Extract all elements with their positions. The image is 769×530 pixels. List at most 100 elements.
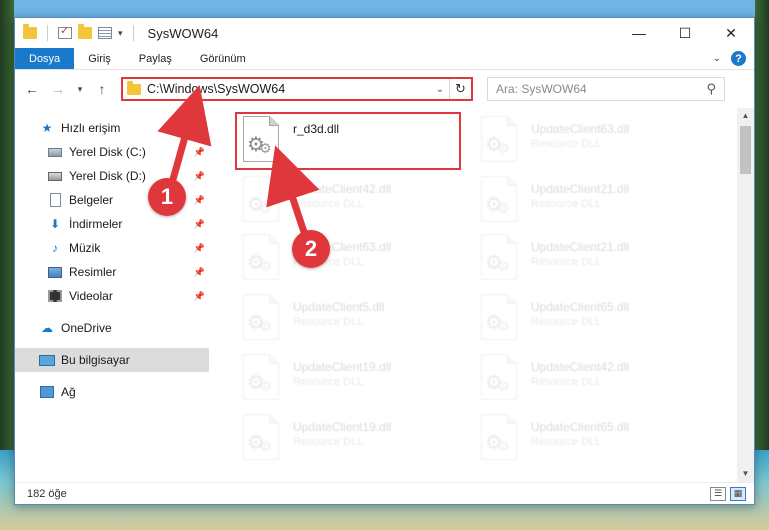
sidebar-item-videos[interactable]: Videolar 📌 [15,284,209,308]
sidebar-item-label: Bu bilgisayar [61,353,130,367]
address-folder-icon [127,80,141,95]
file-name: UpdateClient65.dll [531,300,630,314]
step-badge-1: 1 [148,178,186,216]
help-icon[interactable]: ? [731,51,746,66]
customize-toolbar-icon[interactable]: ▾ [118,28,123,39]
dll-file-icon: ⚙ ⚙ [475,174,523,226]
refresh-icon[interactable]: ↻ [449,79,471,99]
sidebar-item-local-disk-c[interactable]: Yerel Disk (C:) 📌 [15,140,209,164]
dll-file-icon: ⚙ ⚙ [237,292,285,344]
scroll-down-icon[interactable]: ▼ [737,466,754,482]
tab-home[interactable]: Giriş [74,48,125,69]
sidebar-item-onedrive[interactable]: ☁ OneDrive [15,316,209,340]
dll-file-icon: ⚙ ⚙ [237,174,285,226]
sidebar-item-label: Hızlı erişim [61,121,121,135]
file-type: Resource DLL [531,376,602,388]
ribbon-help-area: ⌄ ? [713,48,754,69]
address-path[interactable]: C:\Windows\SysWOW64 [147,82,285,96]
scroll-thumb[interactable] [740,126,751,174]
details-view-icon[interactable]: ☰ [710,486,726,501]
step-badge-2: 2 [292,230,330,268]
sidebar-item-label: Belgeler [69,193,114,207]
folder-icon [23,24,37,39]
file-type: Resource DLL [293,436,364,448]
documents-icon [47,193,63,207]
pin-icon: 📌 [193,218,205,229]
minimize-button[interactable]: — [616,18,662,48]
rename-icon[interactable] [98,27,112,39]
file-item[interactable]: ⚙ ⚙ UpdateClient5.dll Resource DLL [237,292,463,350]
status-bar: 182 öğe ☰ ▦ [15,482,754,504]
pictures-icon [47,265,63,279]
file-name: UpdateClient19.dll [293,360,392,374]
pin-icon: 📌 [193,290,205,301]
file-type: Resource DLL [531,198,602,210]
close-button[interactable]: ✕ [708,18,754,48]
toolbar-divider [47,25,48,41]
maximize-button[interactable]: ☐ [662,18,708,48]
toolbar-divider [132,25,134,41]
file-item[interactable]: ⚙ ⚙ UpdateClient19.dll Resource DLL [237,412,463,470]
sidebar-item-label: İndirmeler [69,217,123,231]
tab-share[interactable]: Paylaş [125,48,186,69]
sidebar-item-downloads[interactable]: ⬇ İndirmeler 📌 [15,212,209,236]
back-arrow-icon[interactable]: ← [23,81,41,97]
pin-icon: 📌 [193,194,205,205]
sidebar-item-network[interactable]: Ağ [15,380,209,404]
vertical-scrollbar[interactable]: ▲ ▼ [737,108,754,482]
pin-icon: 📌 [193,170,205,181]
ribbon-tabs: Dosya Giriş Paylaş Görünüm ⌄ ? [15,48,754,70]
expand-ribbon-icon[interactable]: ⌄ [713,53,721,64]
network-icon [39,385,55,399]
file-type: Resource DLL [531,256,602,268]
address-dropdown-chevron-icon[interactable]: ⌄ [431,84,449,95]
scroll-up-icon[interactable]: ▲ [737,108,754,124]
quick-access-toolbar: ▾ [23,24,138,41]
recent-locations-chevron-icon[interactable]: ▾ [75,84,85,95]
search-icon[interactable]: ⚲ [706,81,716,97]
tab-file[interactable]: Dosya [15,48,75,69]
dll-file-icon: ⚙ ⚙ [475,292,523,344]
file-item[interactable]: ⚙ ⚙ UpdateClient21.dll Resource DLL [475,174,701,232]
file-name: UpdateClient19.dll [293,420,392,434]
sidebar-item-this-pc[interactable]: Bu bilgisayar [15,348,209,372]
file-item[interactable]: ⚙ ⚙ UpdateClient65.dll Resource DLL [475,292,701,350]
sidebar-item-pictures[interactable]: Resimler 📌 [15,260,209,284]
window-controls: — ☐ ✕ [616,18,754,48]
forward-arrow-icon[interactable]: → [49,81,67,97]
view-switcher: ☰ ▦ [710,486,746,501]
file-name: UpdateClient42.dll [531,360,630,374]
file-item[interactable]: ⚙ ⚙ UpdateClient65.dll Resource DLL [475,412,701,470]
explorer-window: ▾ SysWOW64 — ☐ ✕ Dosya Giriş Paylaş Görü… [14,17,755,505]
tab-view[interactable]: Görünüm [186,48,260,69]
dll-file-icon: ⚙ ⚙ [475,412,523,464]
pin-icon: 📌 [193,266,205,277]
address-bar[interactable]: C:\Windows\SysWOW64 ⌄ ↻ [121,77,473,101]
file-item[interactable]: ⚙ ⚙ UpdateClient19.dll Resource DLL [237,352,463,410]
navigation-bar: ← → ▾ ↑ C:\Windows\SysWOW64 ⌄ ↻ Ara: Sys… [15,70,754,108]
sidebar-item-music[interactable]: ♪ Müzik 📌 [15,236,209,260]
file-item[interactable]: ⚙ ⚙ UpdateClient42.dll Resource DLL [237,174,463,232]
new-folder-icon[interactable] [78,24,92,39]
file-item[interactable]: ⚙ ⚙ UpdateClient63.dll Resource DLL [237,232,463,290]
file-type: Resource DLL [531,316,602,328]
file-item[interactable]: ⚙ ⚙ UpdateClient42.dll Resource DLL [475,352,701,410]
up-arrow-icon[interactable]: ↑ [93,81,111,97]
dll-file-icon: ⚙ ⚙ [237,232,285,284]
pin-icon: 📌 [193,242,205,253]
sidebar-item-label: OneDrive [61,321,112,335]
sidebar-item-label: Yerel Disk (C:) [69,145,146,159]
download-icon: ⬇ [49,217,61,231]
dll-file-icon: ⚙ ⚙ [475,114,523,166]
sidebar-item-label: Müzik [69,241,101,255]
file-item[interactable]: ⚙ ⚙ UpdateClient63.dll Resource DLL [475,114,701,172]
file-item[interactable]: ⚙ ⚙ UpdateClient21.dll Resource DLL [475,232,701,290]
sidebar-item-label: Resimler [69,265,117,279]
sidebar-item-quick-access[interactable]: ★ Hızlı erişim [15,116,209,140]
file-name: UpdateClient42.dll [293,182,392,196]
tiles-view-icon[interactable]: ▦ [730,486,746,501]
properties-check-icon[interactable] [58,24,72,39]
search-box[interactable]: Ara: SysWOW64 ⚲ [487,77,725,101]
videos-icon [47,289,63,303]
file-name: UpdateClient5.dll [293,300,385,314]
